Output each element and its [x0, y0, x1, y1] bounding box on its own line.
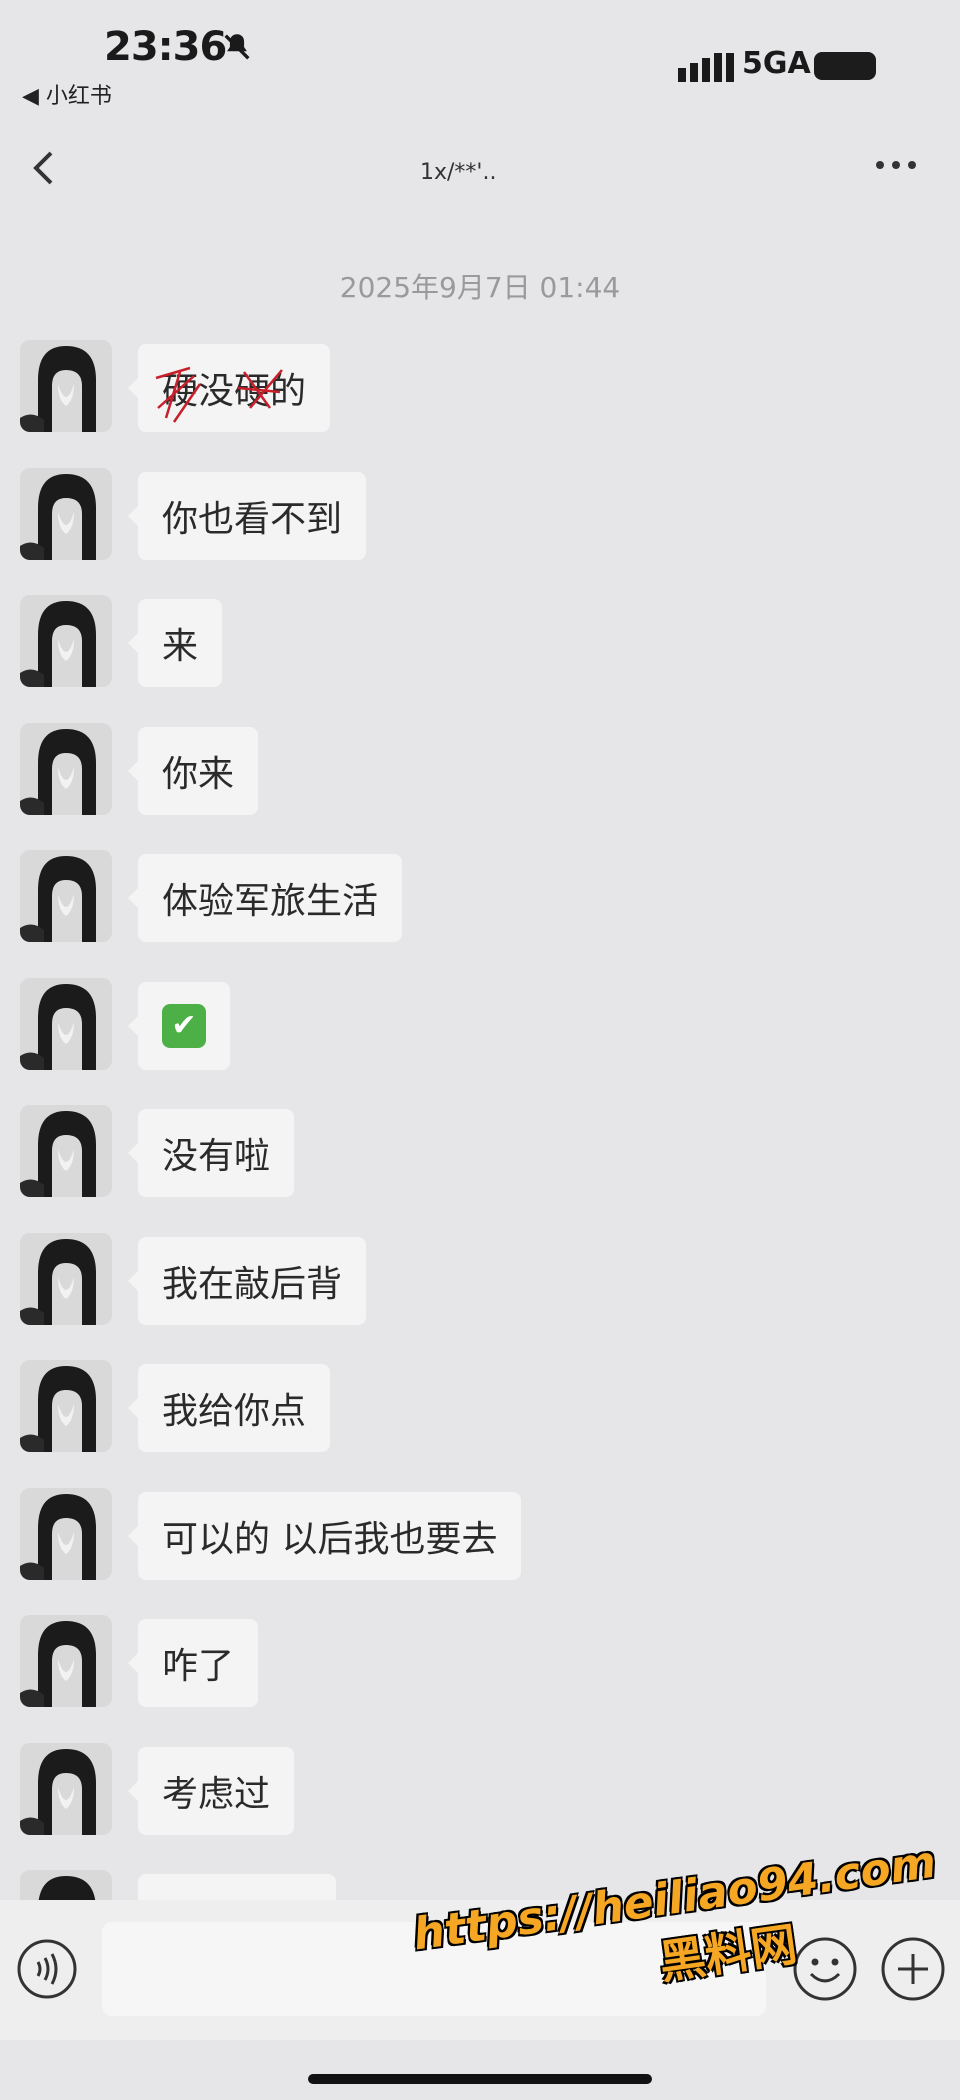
avatar[interactable]: [20, 722, 112, 815]
message-text: 咋了: [162, 1646, 235, 1687]
message-bubble[interactable]: ✔: [128, 981, 230, 1070]
message-row: 没有啦: [0, 1105, 960, 1203]
message-bubble[interactable]: 没有啦: [127, 1109, 295, 1197]
message-row: 我在敲后背: [0, 1232, 960, 1331]
message-row: 硬没硬的: [0, 340, 960, 438]
network-type: 5GA: [742, 46, 811, 81]
message-row: 体验军旅生活: [0, 850, 960, 948]
message-text: 你也看不到: [162, 498, 343, 540]
message-text: 可以的 以后我也要去: [162, 1518, 498, 1560]
message-bubble[interactable]: 你来: [127, 726, 259, 815]
status-time: 23:36: [104, 24, 227, 70]
bell-mute-icon: [224, 34, 250, 60]
message-bubble[interactable]: 可以的 以后我也要去: [127, 1491, 522, 1580]
message-row: 你也看不到: [0, 467, 960, 566]
battery-icon: [814, 52, 876, 80]
message-text: 来: [162, 626, 199, 667]
message-bubble[interactable]: 硬没硬的: [127, 344, 331, 432]
avatar[interactable]: [20, 850, 112, 942]
message-text: 我给你点: [162, 1391, 307, 1432]
back-to-app-link[interactable]: ◀ 小红书: [22, 78, 112, 110]
avatar[interactable]: [20, 1360, 112, 1452]
message-text: 体验军旅生活: [162, 881, 379, 922]
signal-icon: [678, 53, 734, 82]
avatar[interactable]: [20, 1615, 112, 1707]
message-bubble[interactable]: 我在敲后背: [127, 1236, 367, 1325]
avatar[interactable]: [20, 977, 112, 1070]
home-indicator: [308, 2074, 652, 2084]
more-dots-icon[interactable]: [876, 150, 926, 180]
message-text: 你来: [162, 753, 235, 795]
avatar[interactable]: [20, 595, 112, 687]
avatar[interactable]: [20, 1105, 112, 1197]
avatar[interactable]: [20, 1487, 112, 1580]
message-text: 考虑过: [162, 1773, 271, 1815]
message-bubble[interactable]: [138, 1874, 336, 1900]
avatar[interactable]: [20, 1232, 112, 1325]
avatar[interactable]: [20, 1870, 112, 1900]
status-bar: 23:36 ◀ 小红书 5GA: [0, 0, 960, 120]
message-row: 考虑过: [0, 1742, 960, 1841]
avatar[interactable]: [20, 467, 112, 560]
voice-icon[interactable]: [16, 1938, 78, 2000]
message-bubble[interactable]: 咋了: [127, 1619, 259, 1707]
message-bubble[interactable]: 我给你点: [127, 1364, 331, 1452]
message-text: 没有啦: [162, 1136, 271, 1177]
message-bubble[interactable]: 体验军旅生活: [127, 854, 403, 942]
message-row: ✔: [0, 977, 960, 1076]
avatar[interactable]: [20, 340, 112, 432]
message-text: 硬没硬的: [162, 371, 307, 412]
message-row: 我给你点: [0, 1360, 960, 1458]
chevron-left-icon[interactable]: [26, 148, 66, 188]
chat-header: 1x/**'..: [0, 130, 960, 210]
check-mark-icon: ✔: [162, 1003, 206, 1048]
message-bubble[interactable]: 考虑过: [127, 1746, 295, 1835]
message-bubble[interactable]: 来: [127, 599, 223, 687]
avatar[interactable]: [20, 1742, 112, 1835]
message-row: 来: [0, 595, 960, 693]
message-bubble[interactable]: 你也看不到: [127, 471, 367, 560]
message-row: 你来: [0, 722, 960, 821]
message-timestamp: 2025年9月7日 01:44: [339, 271, 621, 304]
message-text: 我在敲后背: [162, 1263, 343, 1305]
message-row: 可以的 以后我也要去: [0, 1487, 960, 1586]
message-list[interactable]: 硬没硬的 你也看不到 来 你来 体验军旅生活 ✔ 没有啦 我在敲后背 我给你点 …: [0, 340, 960, 1900]
chat-title: 1x/**'..: [420, 160, 497, 185]
message-row: 咋了: [0, 1615, 960, 1713]
